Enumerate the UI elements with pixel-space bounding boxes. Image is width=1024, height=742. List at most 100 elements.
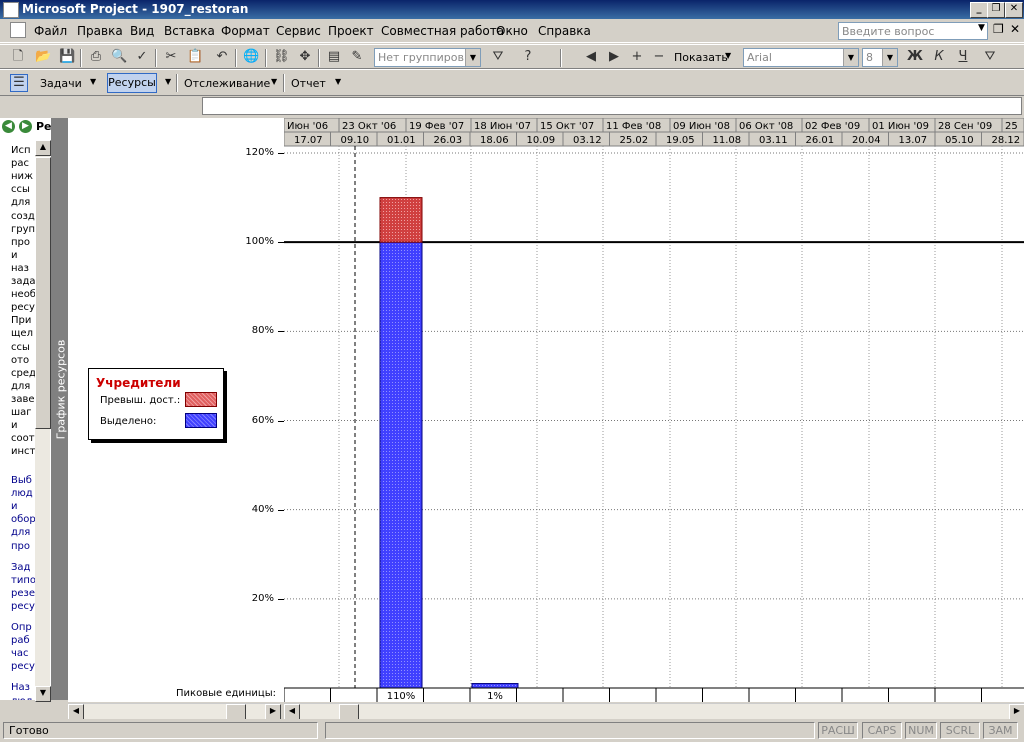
- scroll-thumb[interactable]: [35, 157, 51, 429]
- menu-window[interactable]: Окно: [496, 24, 528, 38]
- menu-view[interactable]: Вид: [130, 24, 154, 38]
- timescale-minor-label: 26.01: [806, 135, 835, 146]
- notes-icon[interactable]: ✎: [349, 49, 365, 65]
- font-dropdown[interactable]: Arial ▼: [743, 48, 859, 67]
- resources-dropdown-icon[interactable]: ▼: [165, 77, 171, 86]
- bold-icon[interactable]: Ж: [907, 49, 923, 65]
- scroll-right-icon[interactable]: ▶: [606, 49, 622, 65]
- guide-icon[interactable]: ☰: [10, 74, 28, 92]
- menu-format[interactable]: Формат: [221, 24, 270, 38]
- menu-collaborate[interactable]: Совместная работа: [381, 24, 504, 38]
- link-icon[interactable]: ⛓: [273, 49, 290, 65]
- guide-link-line[interactable]: ресу: [11, 661, 35, 672]
- back-icon[interactable]: ◀: [2, 120, 15, 133]
- menu-file[interactable]: Файл: [34, 24, 67, 38]
- scroll-thumb[interactable]: [226, 704, 246, 720]
- guide-link-line[interactable]: час: [11, 648, 29, 659]
- timescale-minor-label: 20.04: [852, 135, 881, 146]
- guide-link-line[interactable]: про: [11, 541, 30, 552]
- print-icon[interactable]: ⎙: [88, 49, 104, 65]
- open-icon[interactable]: 📂: [35, 49, 51, 65]
- restore-button[interactable]: ❐: [987, 2, 1005, 18]
- unlink-icon[interactable]: ✥: [297, 49, 313, 65]
- guide-link-line[interactable]: обор: [11, 514, 36, 525]
- timescale-major-label: 23 Окт '06: [342, 121, 396, 132]
- guide-text-line: и: [11, 420, 18, 432]
- question-input[interactable]: Введите вопрос: [838, 22, 988, 40]
- guide-link-line[interactable]: люд: [11, 696, 33, 701]
- menu-tools[interactable]: Сервис: [276, 24, 321, 38]
- scroll-up-icon[interactable]: ▲: [35, 140, 51, 156]
- status-text: Готово: [3, 722, 318, 739]
- print-preview-icon[interactable]: 🔍: [111, 49, 127, 65]
- guide-link-line[interactable]: Зад: [11, 562, 30, 573]
- minimize-button[interactable]: _: [970, 2, 988, 18]
- guide-link-line[interactable]: для: [11, 527, 30, 538]
- italic-icon[interactable]: К: [931, 49, 947, 65]
- font-size-dropdown[interactable]: 8 ▼: [862, 48, 898, 67]
- zoom-out-icon[interactable]: −: [651, 49, 667, 65]
- guide-link-line[interactable]: ресу: [11, 601, 35, 612]
- forward-icon[interactable]: ▶: [19, 120, 32, 133]
- legend-overalloc-label: Превыш. дост.:: [100, 395, 181, 406]
- undo-icon[interactable]: ↶: [214, 49, 230, 65]
- guide-link-line[interactable]: раб: [11, 635, 30, 646]
- filter-icon[interactable]: ⛛: [490, 49, 506, 65]
- timescale-major-label: 18 Июн '07: [474, 121, 531, 132]
- help-icon[interactable]: ?: [520, 49, 536, 65]
- tracking-button[interactable]: Отслеживание: [184, 77, 270, 90]
- new-icon[interactable]: 🗋: [10, 49, 26, 65]
- doc-icon[interactable]: [10, 22, 26, 38]
- grouping-dropdown[interactable]: Нет группировки ▼: [374, 48, 481, 67]
- status-bar: Готово РАСШ CAPS NUM SCRL ЗАМ: [0, 719, 1024, 742]
- left-pane-scrollbar[interactable]: ▲ ▼: [35, 140, 51, 702]
- timescale-major-label: 01 Июн '09: [872, 121, 929, 132]
- view-bar[interactable]: График ресурсов: [52, 118, 68, 700]
- guide-link-line[interactable]: Выб: [11, 475, 32, 486]
- report-button[interactable]: Отчет: [291, 77, 326, 90]
- chart-hscroll[interactable]: ◀ ▶: [284, 703, 1024, 720]
- entry-field[interactable]: [202, 97, 1022, 115]
- cut-icon[interactable]: ✂: [163, 49, 179, 65]
- doc-close-icon[interactable]: ✕: [1010, 22, 1020, 36]
- menu-project[interactable]: Проект: [328, 24, 374, 38]
- guide-link-line[interactable]: резе: [11, 588, 35, 599]
- label-hscroll[interactable]: ◀ ▶: [68, 703, 281, 720]
- scroll-left-icon[interactable]: ◀: [284, 704, 300, 720]
- zoom-in-icon[interactable]: +: [629, 49, 645, 65]
- globe-icon[interactable]: 🌐: [243, 49, 259, 65]
- scroll-right-icon[interactable]: ▶: [265, 704, 281, 720]
- tracking-dropdown-icon[interactable]: ▼: [271, 77, 277, 86]
- tasks-dropdown-icon[interactable]: ▼: [90, 77, 96, 86]
- show-button[interactable]: Показать: [674, 51, 728, 64]
- scroll-down-icon[interactable]: ▼: [35, 686, 51, 702]
- task-info-icon[interactable]: ▤: [326, 49, 342, 65]
- guide-link-line[interactable]: Наз: [11, 682, 30, 693]
- resources-button[interactable]: Ресурсы: [107, 73, 157, 93]
- scroll-left-icon[interactable]: ◀: [68, 704, 84, 720]
- guide-link-line[interactable]: люд: [11, 488, 33, 499]
- tasks-button[interactable]: Задачи: [40, 77, 82, 90]
- scroll-left-icon[interactable]: ◀: [583, 49, 599, 65]
- timescale-major-label: 02 Фев '09: [805, 121, 860, 132]
- save-icon[interactable]: 💾: [59, 49, 75, 65]
- report-dropdown-icon[interactable]: ▼: [335, 77, 341, 86]
- menu-help[interactable]: Справка: [538, 24, 591, 38]
- doc-restore-icon[interactable]: ❐: [993, 22, 1004, 36]
- underline-icon[interactable]: Ч: [955, 49, 971, 65]
- close-button[interactable]: ✕: [1005, 2, 1023, 18]
- grouping-value: Нет группировки: [378, 51, 478, 64]
- scroll-right-icon[interactable]: ▶: [1009, 704, 1024, 720]
- filter-icon[interactable]: ⛛: [982, 49, 998, 65]
- paste-icon[interactable]: 📋: [187, 49, 203, 65]
- resource-graph[interactable]: Июн '06 23 Окт '06 19 Фев '07 18 Июн '07 15 …: [283, 117, 1024, 702]
- question-dropdown-icon[interactable]: ▼: [978, 23, 985, 33]
- menu-insert[interactable]: Вставка: [164, 24, 215, 38]
- guide-link-line[interactable]: типо: [11, 575, 36, 586]
- show-dropdown-icon[interactable]: ▼: [725, 51, 731, 60]
- spelling-icon[interactable]: ✓: [134, 49, 150, 65]
- scroll-thumb[interactable]: [339, 704, 359, 720]
- guide-link-line[interactable]: Опр: [11, 622, 32, 633]
- menu-edit[interactable]: Правка: [77, 24, 123, 38]
- guide-link-line[interactable]: и: [11, 501, 18, 512]
